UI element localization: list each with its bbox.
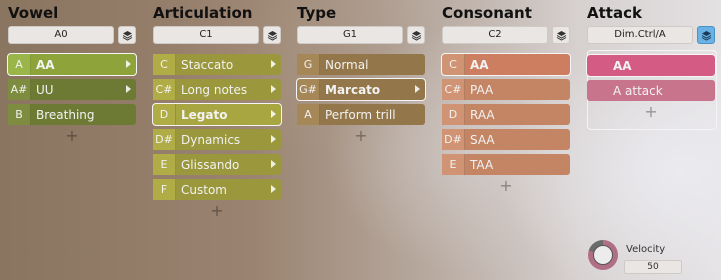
attack-item-a-attack[interactable]: A attack: [587, 80, 715, 101]
item-label: Normal: [325, 57, 369, 72]
attack-layers-button[interactable]: [697, 26, 715, 44]
attack-key-field[interactable]: Dim.Ctrl/A: [587, 26, 693, 44]
item-label: Marcato: [325, 82, 381, 97]
note-label: C#: [153, 79, 176, 100]
item-label: AA: [470, 57, 489, 72]
note-label: D#: [153, 129, 176, 150]
item-label: AA: [613, 58, 632, 73]
item-label: Breathing: [36, 107, 95, 122]
note-label: C: [153, 54, 176, 75]
note-label: G#: [297, 79, 320, 100]
note-label: D: [442, 104, 465, 125]
item-label: UU: [36, 82, 54, 97]
arrow-right-icon[interactable]: [415, 85, 420, 93]
arrow-right-icon[interactable]: [126, 85, 131, 93]
note-label: D: [153, 104, 176, 125]
vowel-layers-button[interactable]: [118, 26, 136, 44]
articulation-item-glissando[interactable]: E Glissando: [153, 154, 281, 175]
type-key-field[interactable]: G1: [297, 26, 403, 44]
layers-icon: [267, 30, 277, 41]
note-label: A: [297, 104, 320, 125]
note-label: A#: [8, 79, 31, 100]
add-articulation-button[interactable]: +: [153, 203, 281, 222]
consonant-item-aa[interactable]: C AA: [441, 53, 571, 76]
vowel-key-field[interactable]: A0: [8, 26, 114, 44]
item-label: Dynamics: [181, 132, 241, 147]
velocity-value-field[interactable]: 50: [624, 260, 682, 274]
note-label: E: [442, 154, 465, 175]
item-label: AA: [36, 57, 55, 72]
layers-icon: [122, 30, 132, 41]
consonant-item-taa[interactable]: E TAA: [442, 154, 570, 175]
vowel-item-breathing[interactable]: B Breathing: [8, 104, 136, 125]
item-label: TAA: [470, 157, 494, 172]
layers-icon: [701, 30, 711, 41]
item-label: Glissando: [181, 157, 240, 172]
add-consonant-button[interactable]: +: [442, 178, 570, 197]
arrow-right-icon[interactable]: [271, 60, 276, 68]
item-label: Staccato: [181, 57, 234, 72]
item-label: PAA: [470, 82, 494, 97]
add-vowel-button[interactable]: +: [8, 128, 136, 147]
articulation-item-legato[interactable]: D Legato: [152, 103, 282, 126]
vowel-title: Vowel: [8, 4, 59, 22]
articulation-item-dynamics[interactable]: D# Dynamics: [153, 129, 281, 150]
velocity-label: Velocity: [626, 244, 666, 255]
layers-icon: [556, 30, 566, 41]
note-label: B: [8, 104, 31, 125]
consonant-item-paa[interactable]: C# PAA: [442, 79, 570, 100]
consonant-item-saa[interactable]: D# SAA: [442, 129, 570, 150]
arrow-right-icon[interactable]: [271, 110, 276, 118]
consonant-item-raa[interactable]: D RAA: [442, 104, 570, 125]
articulation-key-field[interactable]: C1: [153, 26, 259, 44]
arrow-right-icon[interactable]: [271, 185, 276, 193]
type-item-perform-trill[interactable]: A Perform trill: [297, 104, 425, 125]
note-label: F: [153, 179, 176, 200]
articulation-item-custom[interactable]: F Custom: [153, 179, 281, 200]
add-type-button[interactable]: +: [297, 128, 425, 147]
type-layers-button[interactable]: [407, 26, 425, 44]
note-label: D#: [442, 129, 465, 150]
consonant-key-field[interactable]: C2: [442, 26, 548, 44]
attack-title: Attack: [587, 4, 642, 22]
add-attack-button[interactable]: +: [587, 104, 715, 123]
arrow-right-icon[interactable]: [126, 60, 131, 68]
arrow-right-icon[interactable]: [271, 85, 276, 93]
item-label: Long notes: [181, 82, 248, 97]
articulation-item-long-notes[interactable]: C# Long notes: [153, 79, 281, 100]
consonant-title: Consonant: [442, 4, 532, 22]
note-label: C#: [442, 79, 465, 100]
note-label: G: [297, 54, 320, 75]
item-label: A attack: [613, 83, 663, 98]
type-title: Type: [297, 4, 337, 22]
item-label: SAA: [470, 132, 495, 147]
velocity-knob[interactable]: [588, 240, 618, 270]
item-label: Custom: [181, 182, 227, 197]
type-item-marcato[interactable]: G# Marcato: [296, 78, 426, 101]
item-label: Perform trill: [325, 107, 396, 122]
articulation-layers-button[interactable]: [263, 26, 281, 44]
articulation-item-staccato[interactable]: C Staccato: [153, 54, 281, 75]
consonant-layers-button[interactable]: [552, 26, 570, 44]
note-label: E: [153, 154, 176, 175]
knob-center: [593, 245, 613, 265]
arrow-right-icon[interactable]: [271, 160, 276, 168]
item-label: RAA: [470, 107, 495, 122]
item-label: Legato: [181, 107, 228, 122]
attack-item-aa[interactable]: AA: [586, 54, 716, 77]
layers-icon: [411, 30, 421, 41]
note-label: A: [8, 54, 31, 75]
vowel-item-aa[interactable]: A AA: [7, 53, 137, 76]
note-label: C: [442, 54, 465, 75]
articulation-title: Articulation: [153, 4, 253, 22]
type-item-normal[interactable]: G Normal: [297, 54, 425, 75]
arrow-right-icon[interactable]: [271, 135, 276, 143]
vowel-item-uu[interactable]: A# UU: [8, 79, 136, 100]
